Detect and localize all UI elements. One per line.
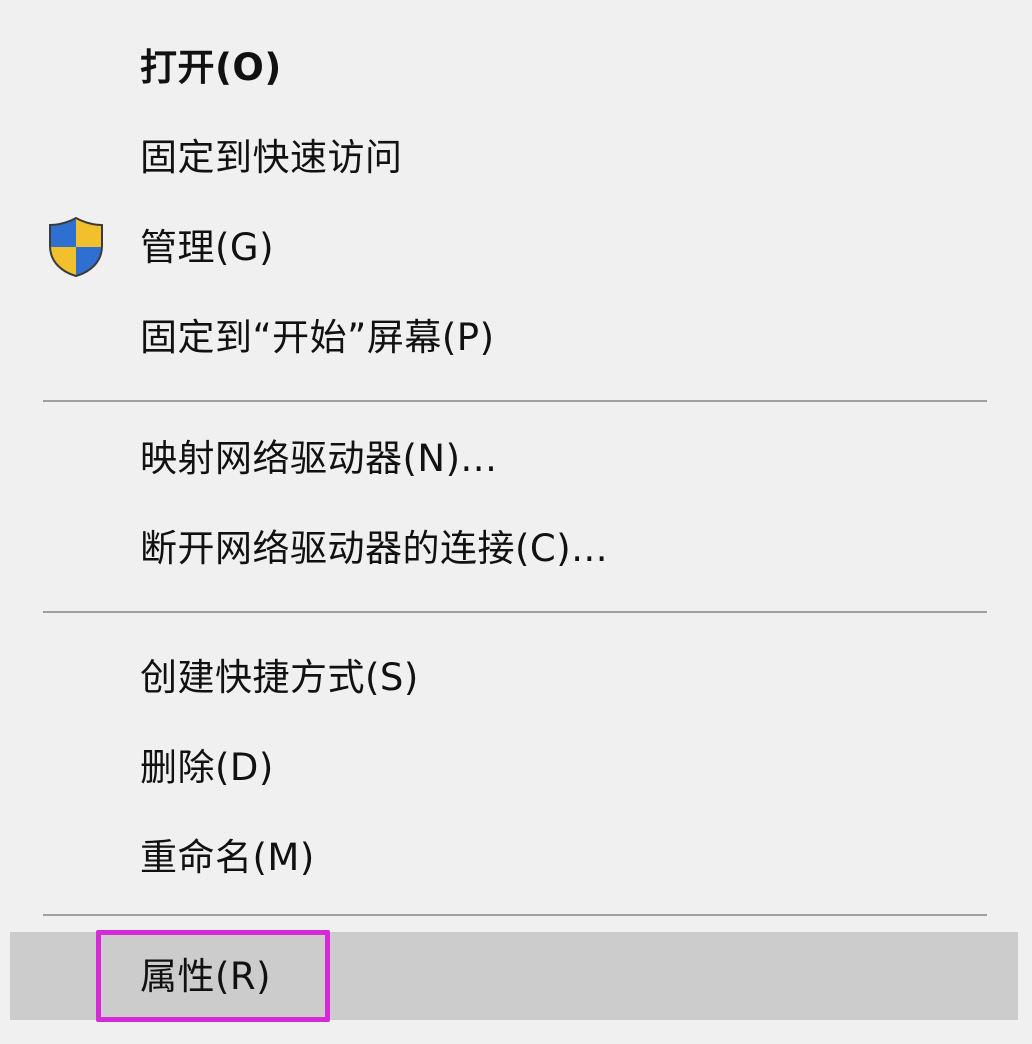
menu-item-map-network-drive-label: 映射网络驱动器(N)...: [140, 436, 498, 480]
menu-separator: [43, 400, 987, 402]
menu-item-pin-start[interactable]: 固定到“开始”屏幕(P): [0, 292, 1032, 382]
menu-item-rename[interactable]: 重命名(M): [0, 812, 1032, 902]
menu-separator: [43, 914, 987, 916]
menu-item-rename-label: 重命名(M): [140, 835, 315, 879]
menu-item-pin-start-label: 固定到“开始”屏幕(P): [140, 315, 495, 359]
menu-item-pin-quick-access-label: 固定到快速访问: [140, 135, 403, 179]
menu-item-open-label: 打开(O): [140, 45, 282, 89]
menu-item-disconnect-network-drive-label: 断开网络驱动器的连接(C)...: [140, 526, 608, 570]
uac-shield-icon: [49, 216, 103, 278]
menu-item-open[interactable]: 打开(O): [0, 22, 1032, 112]
annotation-highlight-box: [96, 930, 330, 1022]
menu-item-delete-label: 删除(D): [140, 745, 274, 789]
menu-item-disconnect-network-drive[interactable]: 断开网络驱动器的连接(C)...: [0, 503, 1032, 593]
menu-item-map-network-drive[interactable]: 映射网络驱动器(N)...: [0, 413, 1032, 503]
menu-item-pin-quick-access[interactable]: 固定到快速访问: [0, 112, 1032, 202]
menu-item-create-shortcut[interactable]: 创建快捷方式(S): [0, 632, 1032, 722]
menu-item-delete[interactable]: 删除(D): [0, 722, 1032, 812]
menu-item-create-shortcut-label: 创建快捷方式(S): [140, 655, 419, 699]
context-menu: 打开(O) 固定到快速访问 管理(G) 固定到“开始”屏幕(P) 映射网络驱动器…: [0, 0, 1032, 1044]
menu-separator: [43, 611, 987, 613]
menu-item-manage[interactable]: 管理(G): [0, 202, 1032, 292]
menu-item-manage-label: 管理(G): [140, 225, 275, 269]
